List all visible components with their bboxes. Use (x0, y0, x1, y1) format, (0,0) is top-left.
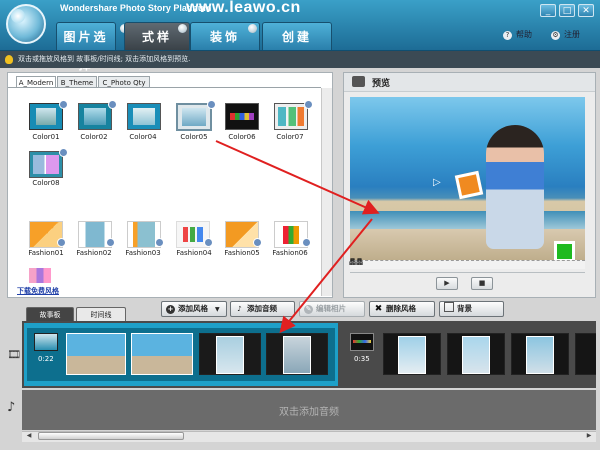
arrow-to-storyboard (279, 218, 373, 334)
annotation-arrows (215, 140, 380, 334)
arrow-to-preview (215, 140, 380, 215)
